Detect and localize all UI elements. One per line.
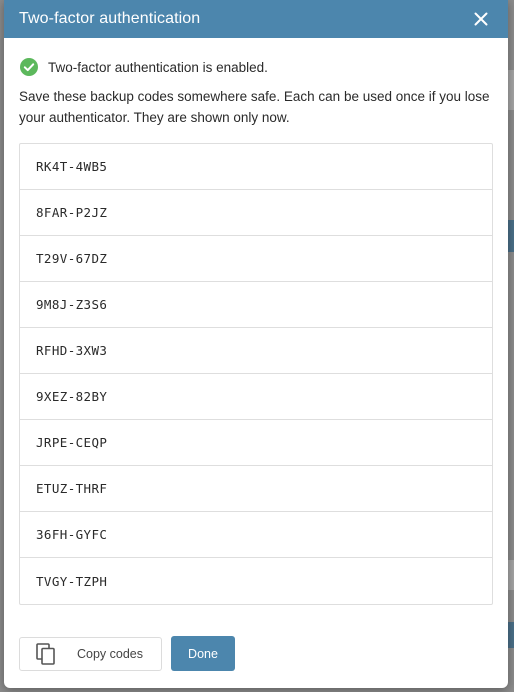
backup-code: RFHD-3XW3: [36, 343, 108, 358]
dialog-header: Two-factor authentication: [4, 0, 508, 38]
backup-code-row: 9M8J-Z3S6: [20, 282, 492, 328]
backup-code-row: RFHD-3XW3: [20, 328, 492, 374]
backup-code-row: RK4T-4WB5: [20, 144, 492, 190]
two-factor-dialog: Two-factor authentication Two-factor aut…: [4, 0, 508, 688]
modal-backdrop: Two-factor authentication Two-factor aut…: [0, 0, 514, 692]
check-circle-icon: [20, 58, 38, 76]
backup-code: 36FH-GYFC: [36, 527, 108, 542]
status-message: Two-factor authentication is enabled.: [20, 58, 508, 76]
dialog-actions: Copy codes Done: [19, 636, 235, 671]
done-button[interactable]: Done: [171, 636, 235, 671]
backup-code-row: ETUZ-THRF: [20, 466, 492, 512]
backup-codes-note: Save these backup codes somewhere safe. …: [19, 89, 490, 125]
backup-code-row: 9XEZ-82BY: [20, 374, 492, 420]
backup-code-row: TVGY-TZPH: [20, 558, 492, 604]
copy-icon: [36, 642, 55, 665]
backup-code: JRPE-CEQP: [36, 435, 108, 450]
backup-code-row: 8FAR-P2JZ: [20, 190, 492, 236]
backup-code-row: T29V-67DZ: [20, 236, 492, 282]
backup-code: 9XEZ-82BY: [36, 389, 108, 404]
backup-codes-list: RK4T-4WB5 8FAR-P2JZ T29V-67DZ 9M8J-Z3S6 …: [19, 143, 493, 605]
backup-code: T29V-67DZ: [36, 251, 108, 266]
copy-codes-label: Copy codes: [77, 646, 144, 661]
status-text: Two-factor authentication is enabled.: [48, 59, 268, 75]
copy-codes-button[interactable]: Copy codes: [19, 636, 162, 671]
backup-code: 8FAR-P2JZ: [36, 205, 108, 220]
backup-code: TVGY-TZPH: [36, 573, 108, 589]
backup-code-row: 36FH-GYFC: [20, 512, 492, 558]
dialog-title: Two-factor authentication: [19, 10, 201, 27]
backup-code: ETUZ-THRF: [36, 481, 108, 496]
close-icon: [474, 12, 488, 26]
backup-code: RK4T-4WB5: [36, 159, 108, 174]
backup-code: 9M8J-Z3S6: [36, 297, 108, 312]
backup-code-row: JRPE-CEQP: [20, 420, 492, 466]
close-button[interactable]: [470, 8, 492, 30]
